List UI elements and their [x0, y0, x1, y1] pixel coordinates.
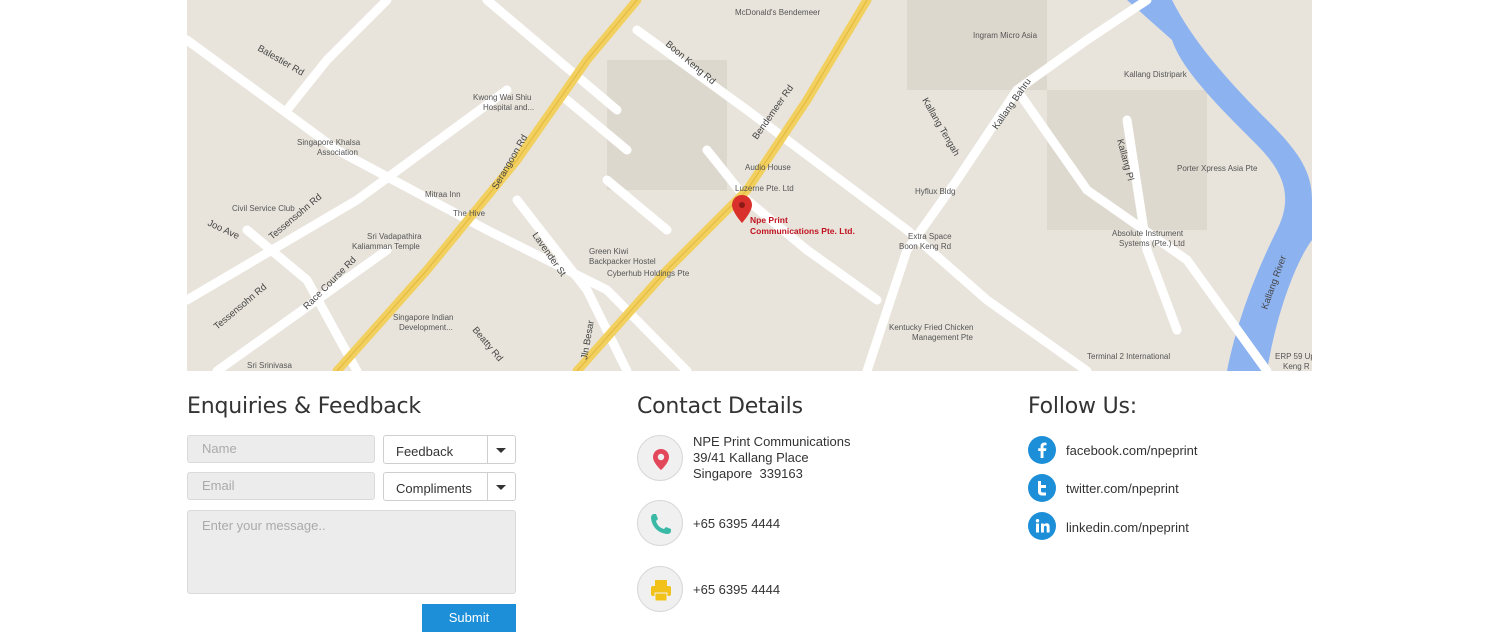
phone-icon	[637, 500, 683, 546]
enquiries-title: Enquiries & Feedback	[187, 394, 421, 419]
map-pin-label-1: Npe Print	[750, 215, 788, 225]
svg-text:Kentucky Fried Chicken: Kentucky Fried Chicken	[889, 323, 973, 332]
twitter-icon[interactable]	[1028, 474, 1056, 502]
facebook-icon[interactable]	[1028, 436, 1056, 464]
chevron-down-icon[interactable]	[487, 436, 515, 463]
enquiry-subtype-select[interactable]: Compliments	[383, 472, 516, 501]
svg-text:Backpacker Hostel: Backpacker Hostel	[589, 257, 656, 266]
map-canvas[interactable]: Balestier Rd Serangoon Rd Boon Keng Rd B…	[187, 0, 1312, 371]
location-icon	[637, 435, 683, 481]
svg-text:Sri Srinivasa: Sri Srinivasa	[247, 361, 292, 370]
contact-address: NPE Print Communications 39/41 Kallang P…	[693, 434, 851, 481]
contact-phone: +65 6395 4444	[693, 516, 781, 531]
email-input[interactable]: Email	[187, 472, 375, 500]
svg-text:Kallang Distripark: Kallang Distripark	[1124, 70, 1188, 79]
linkedin-link[interactable]: linkedin.com/npeprint	[1066, 520, 1189, 535]
svg-text:Civil Service Club: Civil Service Club	[232, 204, 295, 213]
svg-text:Keng R: Keng R	[1283, 362, 1310, 371]
enquiry-type-value: Feedback	[396, 444, 454, 459]
svg-text:Luzerne Pte. Ltd: Luzerne Pte. Ltd	[735, 184, 794, 193]
svg-text:Absolute Instrument: Absolute Instrument	[1112, 229, 1184, 238]
svg-text:Mitraa Inn: Mitraa Inn	[425, 190, 461, 199]
printer-icon	[637, 566, 683, 612]
enquiry-subtype-value: Compliments	[396, 481, 472, 496]
name-input[interactable]: Name	[187, 435, 375, 463]
enquiry-type-select[interactable]: Feedback	[383, 435, 516, 464]
svg-text:Boon Keng Rd: Boon Keng Rd	[899, 242, 951, 251]
svg-text:The Hive: The Hive	[453, 209, 486, 218]
svg-text:Cyberhub Holdings Pte: Cyberhub Holdings Pte	[607, 269, 690, 278]
svg-text:Management Pte: Management Pte	[912, 333, 973, 342]
facebook-link[interactable]: facebook.com/npeprint	[1066, 443, 1198, 458]
svg-text:Singapore Indian: Singapore Indian	[393, 313, 454, 322]
svg-text:Terminal 2 International: Terminal 2 International	[1087, 352, 1170, 361]
svg-text:Development...: Development...	[399, 323, 453, 332]
svg-text:Kwong Wai Shiu: Kwong Wai Shiu	[473, 93, 531, 102]
svg-text:Green Kiwi: Green Kiwi	[589, 247, 628, 256]
svg-text:Association: Association	[317, 148, 358, 157]
svg-text:Porter Xpress Asia Pte: Porter Xpress Asia Pte	[1177, 164, 1258, 173]
svg-text:Sri Vadapathira: Sri Vadapathira	[367, 232, 422, 241]
follow-title: Follow Us:	[1028, 394, 1137, 419]
message-textarea[interactable]: Enter your message..	[187, 510, 516, 594]
svg-text:Singapore Khalsa: Singapore Khalsa	[297, 138, 361, 147]
svg-text:Systems (Pte.) Ltd: Systems (Pte.) Ltd	[1119, 239, 1185, 248]
twitter-link[interactable]: twitter.com/npeprint	[1066, 481, 1179, 496]
chevron-down-icon[interactable]	[487, 473, 515, 500]
svg-text:Hyflux Bldg: Hyflux Bldg	[915, 187, 955, 196]
svg-text:McDonald's Bendemeer: McDonald's Bendemeer	[735, 8, 820, 17]
map-pin-label-2: Communications Pte. Ltd.	[750, 226, 855, 236]
svg-text:Audio House: Audio House	[745, 163, 791, 172]
submit-button[interactable]: Submit	[422, 604, 516, 632]
linkedin-icon[interactable]	[1028, 512, 1056, 540]
contact-fax: +65 6395 4444	[693, 582, 781, 597]
svg-text:Kaliamman Temple: Kaliamman Temple	[352, 242, 420, 251]
svg-text:Extra Space: Extra Space	[908, 232, 952, 241]
contact-title: Contact Details	[637, 394, 803, 419]
svg-text:ERP 59 Up: ERP 59 Up	[1275, 352, 1312, 361]
location-map[interactable]: Balestier Rd Serangoon Rd Boon Keng Rd B…	[187, 0, 1312, 371]
svg-text:Hospital and...: Hospital and...	[483, 103, 534, 112]
svg-text:Ingram Micro Asia: Ingram Micro Asia	[973, 31, 1038, 40]
